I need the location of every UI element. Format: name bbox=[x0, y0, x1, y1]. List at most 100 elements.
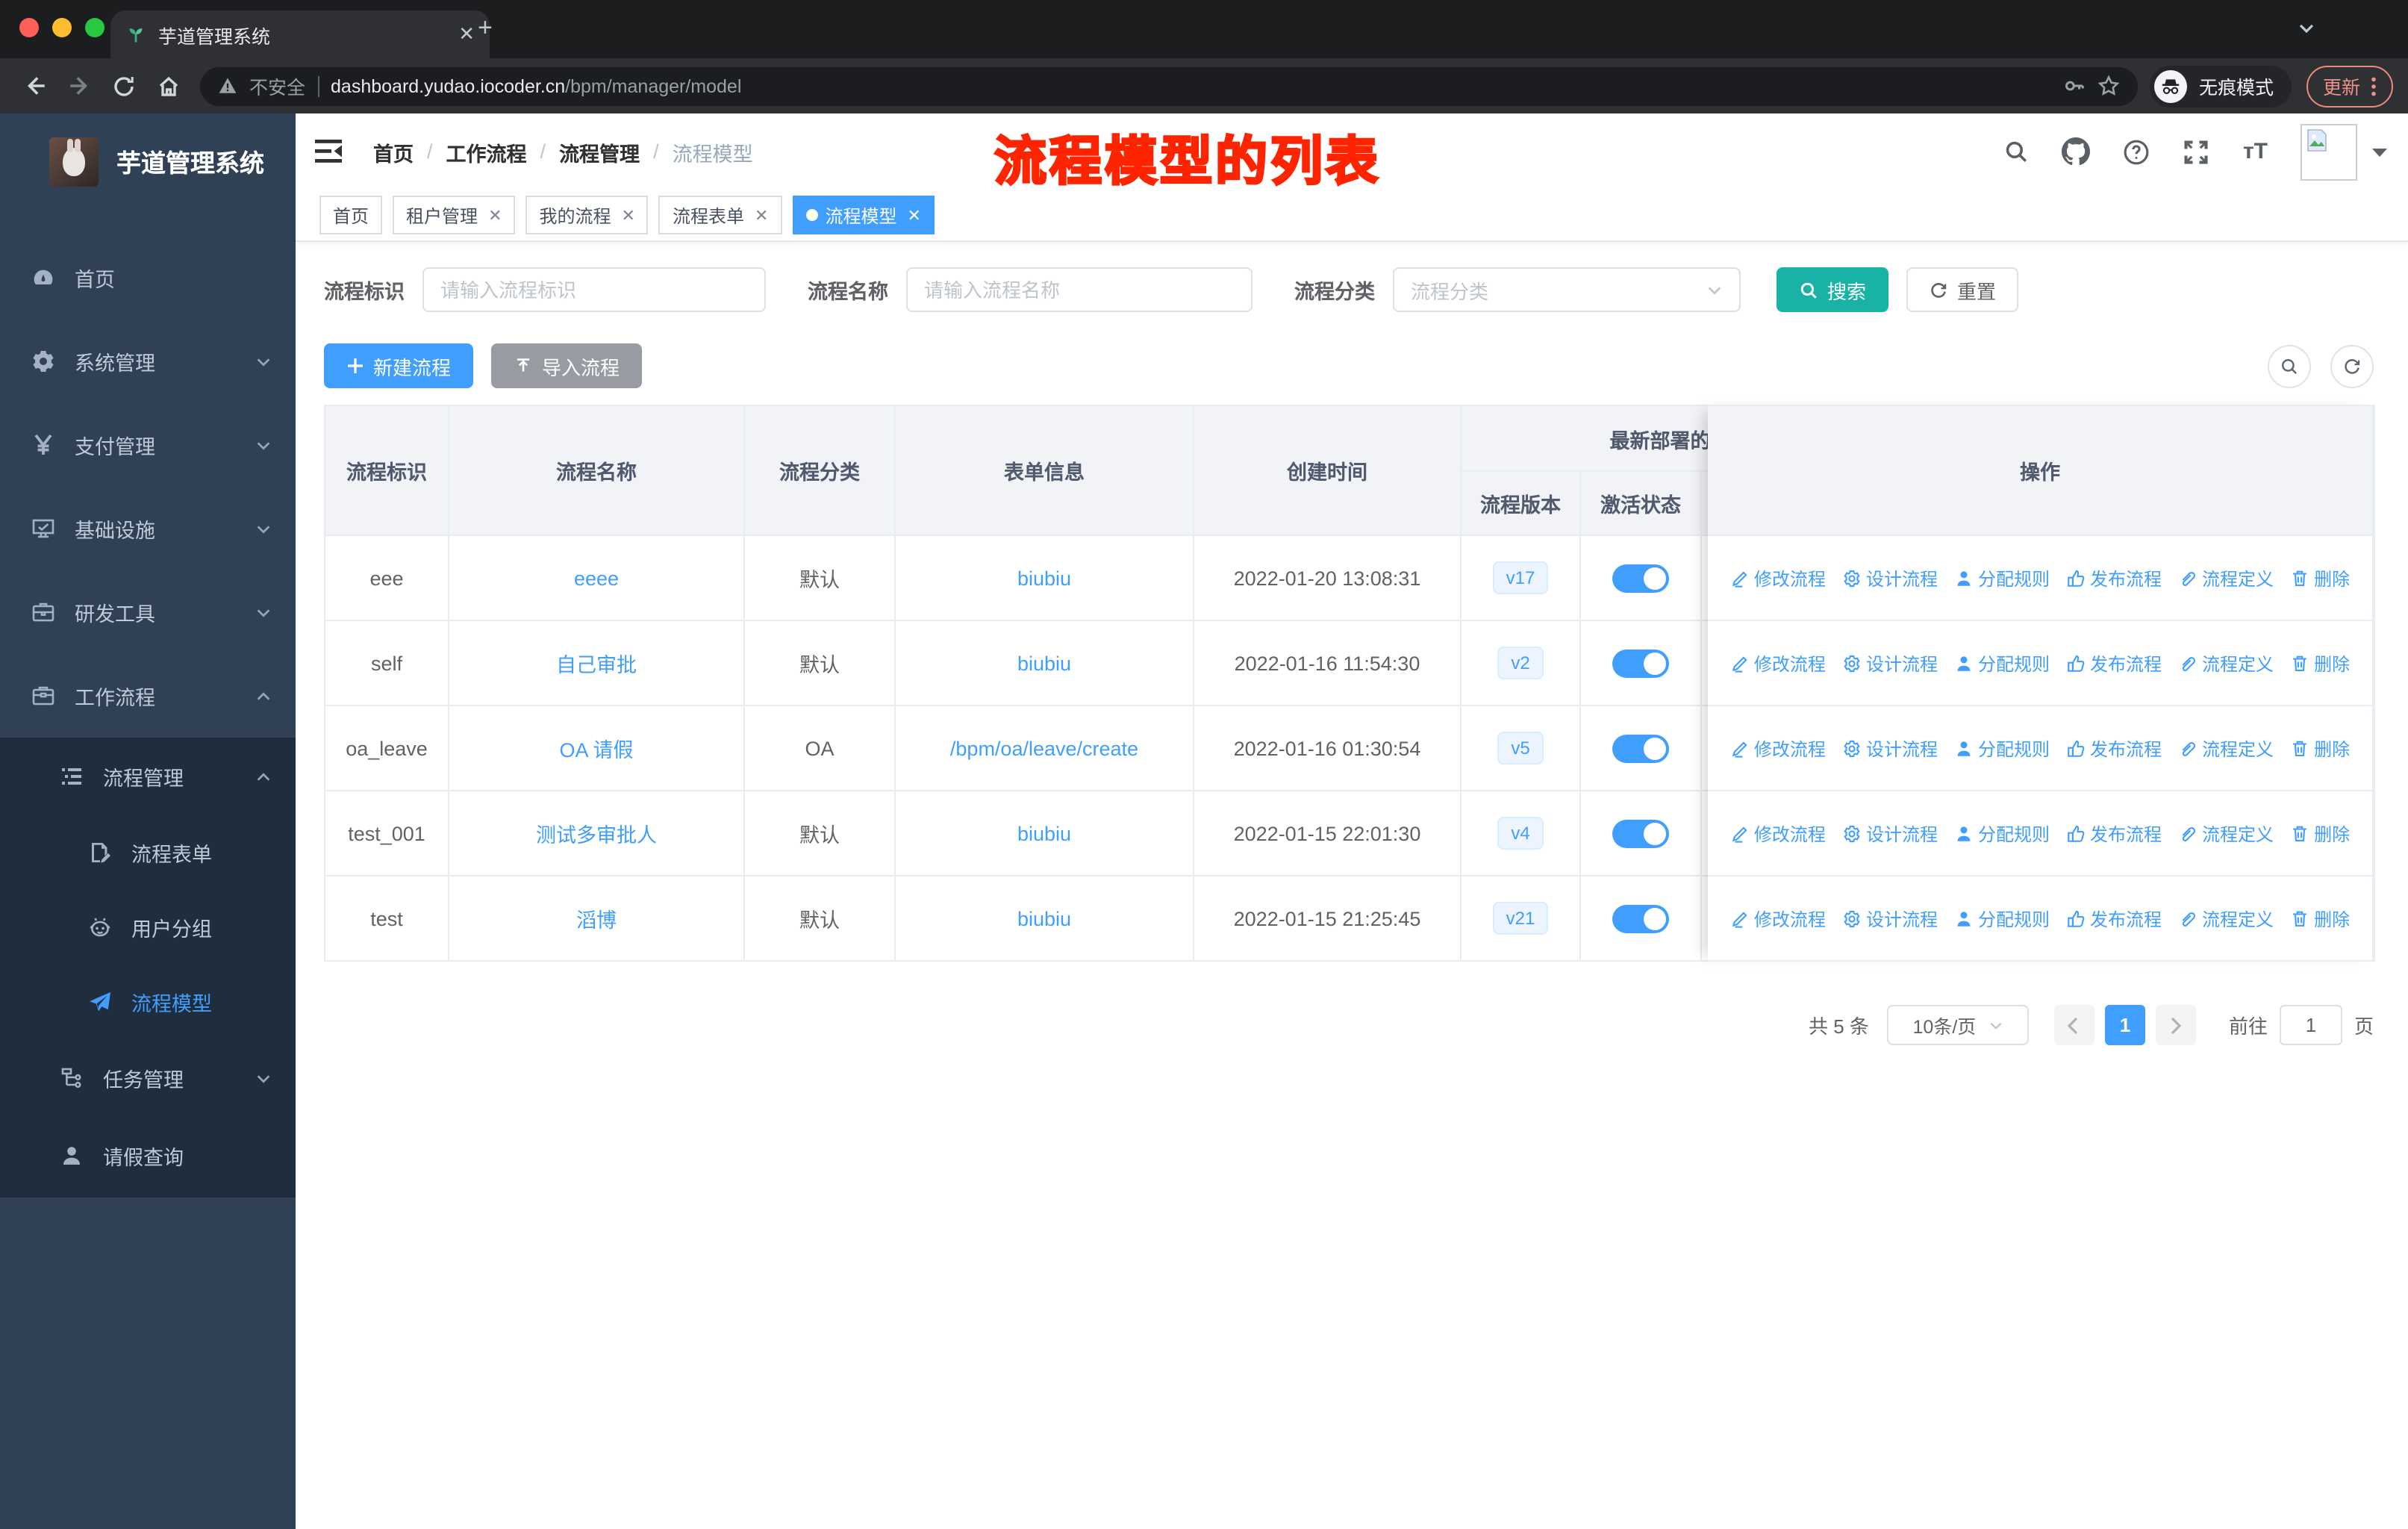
process-name-link[interactable]: 自己审批 bbox=[556, 654, 637, 676]
close-icon[interactable]: ✕ bbox=[907, 205, 920, 225]
action-edit[interactable]: 修改流程 bbox=[1730, 650, 1826, 676]
sidebar-item-task-mgmt[interactable]: 任务管理 bbox=[0, 1039, 296, 1117]
bookmark-star-icon[interactable] bbox=[2097, 75, 2120, 97]
tag-首页[interactable]: 首页 bbox=[319, 196, 383, 234]
import-process-button[interactable]: 导入流程 bbox=[491, 343, 643, 388]
sidebar-item-devtools[interactable]: 研发工具 bbox=[0, 570, 296, 654]
process-name-link[interactable]: 测试多审批人 bbox=[536, 824, 657, 847]
form-info-link[interactable]: biubiu bbox=[1017, 652, 1071, 674]
action-definition[interactable]: 流程定义 bbox=[2178, 565, 2274, 591]
action-design[interactable]: 设计流程 bbox=[1842, 565, 1938, 591]
sidebar-item-infra[interactable]: 基础设施 bbox=[0, 487, 296, 570]
action-definition[interactable]: 流程定义 bbox=[2178, 820, 2274, 846]
action-definition[interactable]: 流程定义 bbox=[2178, 735, 2274, 761]
browser-update-button[interactable]: 更新 bbox=[2306, 65, 2393, 107]
next-page-button[interactable] bbox=[2155, 1005, 2196, 1045]
action-assign[interactable]: 分配规则 bbox=[1954, 650, 2050, 676]
breadcrumb-home[interactable]: 首页 bbox=[373, 137, 414, 166]
action-definition[interactable]: 流程定义 bbox=[2178, 650, 2274, 676]
sidebar-item-home[interactable]: 首页 bbox=[0, 236, 296, 320]
breadcrumb-workflow[interactable]: 工作流程 bbox=[446, 137, 527, 166]
prev-page-button[interactable] bbox=[2053, 1005, 2094, 1045]
process-name-link[interactable]: OA 请假 bbox=[559, 739, 633, 762]
action-publish[interactable]: 发布流程 bbox=[2066, 906, 2162, 931]
action-edit[interactable]: 修改流程 bbox=[1730, 565, 1826, 591]
tab-close-icon[interactable]: ✕ bbox=[458, 22, 475, 46]
browser-tab[interactable]: 芋道管理系统 ✕ bbox=[110, 10, 490, 58]
close-icon[interactable]: ✕ bbox=[488, 205, 502, 225]
active-toggle[interactable] bbox=[1612, 904, 1669, 932]
show-search-toggle-button[interactable] bbox=[2268, 344, 2311, 387]
sidebar-collapse-icon[interactable] bbox=[314, 135, 346, 168]
action-delete[interactable]: 删除 bbox=[2290, 906, 2350, 931]
sidebar-item-workflow[interactable]: 工作流程 bbox=[0, 654, 296, 738]
form-info-link[interactable]: biubiu bbox=[1017, 907, 1071, 929]
process-id-input[interactable] bbox=[422, 267, 766, 312]
action-assign[interactable]: 分配规则 bbox=[1954, 906, 2050, 931]
action-assign[interactable]: 分配规则 bbox=[1954, 565, 2050, 591]
create-process-button[interactable]: 新建流程 bbox=[324, 343, 474, 388]
action-delete[interactable]: 删除 bbox=[2290, 565, 2350, 591]
action-design[interactable]: 设计流程 bbox=[1842, 650, 1938, 676]
breadcrumb-process-mgmt[interactable]: 流程管理 bbox=[559, 137, 640, 166]
form-info-link[interactable]: /bpm/oa/leave/create bbox=[950, 737, 1138, 759]
reset-button[interactable]: 重置 bbox=[1906, 267, 2019, 312]
avatar-caret-icon[interactable] bbox=[2372, 146, 2387, 158]
header-search-icon[interactable] bbox=[2004, 139, 2030, 164]
action-edit[interactable]: 修改流程 bbox=[1730, 906, 1826, 931]
page-size-select[interactable]: 10条/页 bbox=[1886, 1005, 2029, 1045]
process-name-input[interactable] bbox=[906, 267, 1253, 312]
security-warning-icon[interactable] bbox=[218, 76, 237, 96]
tag-我的流程[interactable]: 我的流程 ✕ bbox=[525, 196, 649, 234]
action-design[interactable]: 设计流程 bbox=[1842, 735, 1938, 761]
action-assign[interactable]: 分配规则 bbox=[1954, 820, 2050, 846]
window-close-button[interactable] bbox=[19, 18, 39, 37]
action-publish[interactable]: 发布流程 bbox=[2066, 565, 2162, 591]
action-publish[interactable]: 发布流程 bbox=[2066, 820, 2162, 846]
address-bar[interactable]: 不安全 dashboard.yudao.iocoder.cn/bpm/manag… bbox=[200, 66, 2138, 105]
sidebar-item-process-mgmt[interactable]: 流程管理 bbox=[0, 738, 296, 815]
action-design[interactable]: 设计流程 bbox=[1842, 820, 1938, 846]
fullscreen-icon[interactable] bbox=[2183, 138, 2210, 165]
window-minimize-button[interactable] bbox=[52, 18, 72, 37]
window-zoom-button[interactable] bbox=[85, 18, 105, 37]
active-toggle[interactable] bbox=[1612, 819, 1669, 847]
process-name-link[interactable]: eeee bbox=[574, 567, 619, 589]
security-label[interactable]: 不安全 bbox=[249, 72, 305, 100]
active-toggle[interactable] bbox=[1612, 564, 1669, 592]
sidebar-item-process-model[interactable]: 流程模型 bbox=[0, 965, 296, 1039]
action-delete[interactable]: 删除 bbox=[2290, 735, 2350, 761]
user-avatar[interactable] bbox=[2301, 123, 2357, 180]
sidebar-item-user-group[interactable]: 用户分组 bbox=[0, 890, 296, 965]
close-icon[interactable]: ✕ bbox=[622, 205, 635, 225]
close-icon[interactable]: ✕ bbox=[755, 205, 768, 225]
help-icon[interactable] bbox=[2124, 138, 2150, 165]
tag-流程表单[interactable]: 流程表单 ✕ bbox=[658, 196, 782, 234]
form-info-link[interactable]: biubiu bbox=[1017, 567, 1071, 589]
form-info-link[interactable]: biubiu bbox=[1017, 822, 1071, 844]
refresh-table-button[interactable] bbox=[2330, 344, 2374, 387]
reload-icon[interactable] bbox=[105, 66, 143, 105]
url-text[interactable]: dashboard.yudao.iocoder.cn/bpm/manager/m… bbox=[331, 75, 741, 96]
tag-流程模型[interactable]: 流程模型 ✕ bbox=[792, 196, 935, 234]
back-icon[interactable] bbox=[15, 66, 54, 105]
action-edit[interactable]: 修改流程 bbox=[1730, 820, 1826, 846]
active-toggle[interactable] bbox=[1612, 649, 1669, 677]
forward-icon[interactable] bbox=[60, 66, 99, 105]
new-tab-button[interactable]: + bbox=[478, 14, 493, 42]
action-delete[interactable]: 删除 bbox=[2290, 820, 2350, 846]
tag-租户管理[interactable]: 租户管理 ✕ bbox=[393, 196, 516, 234]
goto-page-input[interactable] bbox=[2279, 1005, 2342, 1045]
sidebar-item-payment[interactable]: 支付管理 bbox=[0, 403, 296, 487]
action-publish[interactable]: 发布流程 bbox=[2066, 650, 2162, 676]
process-name-link[interactable]: 滔博 bbox=[576, 909, 617, 932]
sidebar-item-system[interactable]: 系统管理 bbox=[0, 320, 296, 403]
process-category-select[interactable]: 流程分类 bbox=[1393, 267, 1741, 312]
home-icon[interactable] bbox=[149, 66, 188, 105]
github-icon[interactable] bbox=[2062, 137, 2091, 166]
sidebar-item-leave-query[interactable]: 请假查询 bbox=[0, 1117, 296, 1195]
action-delete[interactable]: 删除 bbox=[2290, 650, 2350, 676]
action-design[interactable]: 设计流程 bbox=[1842, 906, 1938, 931]
action-publish[interactable]: 发布流程 bbox=[2066, 735, 2162, 761]
browser-menu-dots-icon[interactable] bbox=[2371, 75, 2377, 96]
